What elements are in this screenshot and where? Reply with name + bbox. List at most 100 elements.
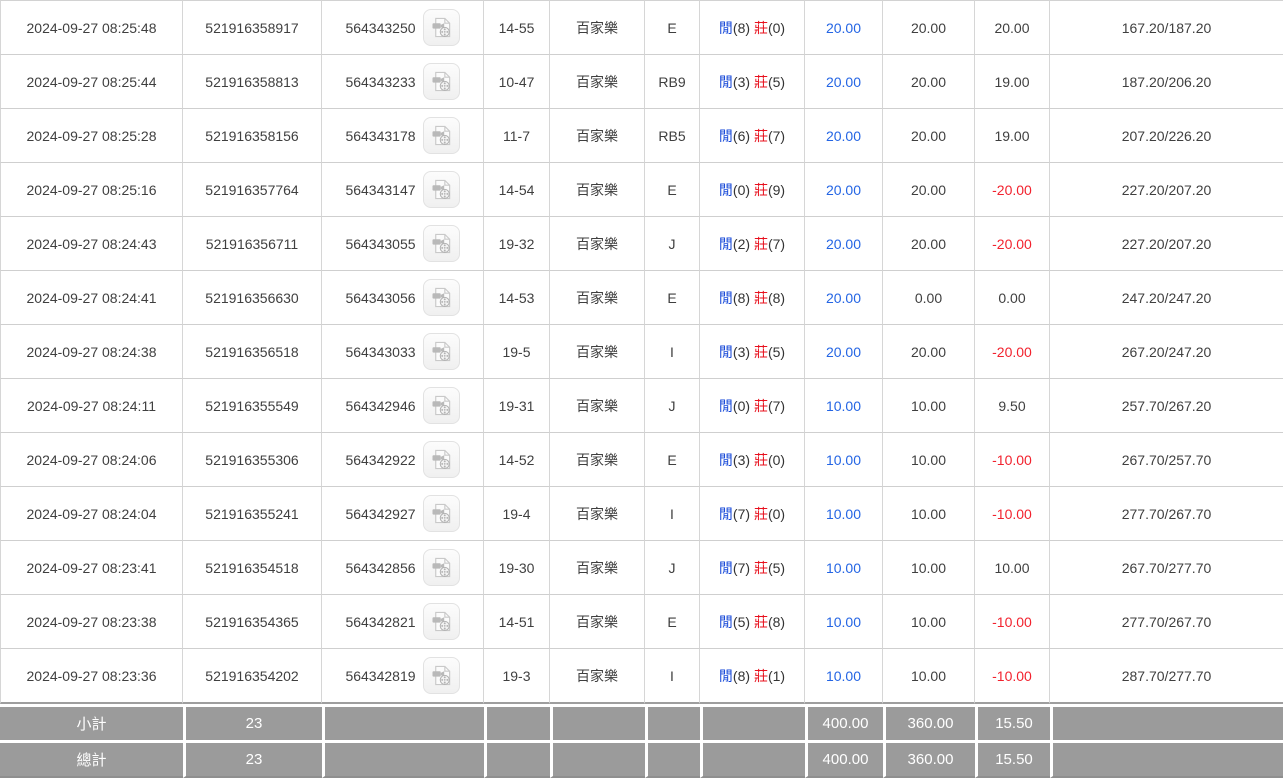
- bet-amount-link[interactable]: 10.00: [826, 398, 861, 414]
- cell-game-type: 百家樂: [550, 649, 645, 704]
- table-row: 2024-09-27 08:25:28 521916358156 564343178…: [0, 109, 1283, 163]
- banker-points: (9): [767, 181, 786, 198]
- cell-dealer-code: J: [645, 379, 700, 433]
- bet-history-grid: 2024-09-27 08:25:48 521916358917 564343250…: [0, 0, 1283, 778]
- cell-balance: 287.70/277.70: [1050, 649, 1283, 704]
- cell-result: 閒(7) 莊(5): [700, 541, 805, 595]
- video-replay-button[interactable]: [422, 63, 460, 100]
- cell-bet-amount: 20.00: [805, 217, 883, 271]
- bet-amount-link[interactable]: 10.00: [826, 506, 861, 522]
- cell-round: 564342922: [322, 433, 484, 487]
- cell-dealer-code: I: [645, 487, 700, 541]
- video-replay-button[interactable]: [422, 333, 460, 370]
- video-replay-button[interactable]: [422, 549, 460, 586]
- subtotal-row: 小計 23 400.00 360.00 15.50: [0, 704, 1283, 740]
- cell-result: 閒(5) 莊(8): [700, 595, 805, 649]
- round-id-group: 564342946: [345, 387, 460, 424]
- round-id: 564343147: [345, 181, 416, 198]
- cell-result: 閒(3) 莊(5): [700, 325, 805, 379]
- video-replay-button[interactable]: [422, 171, 460, 208]
- bet-amount-link[interactable]: 20.00: [826, 236, 861, 252]
- video-replay-button[interactable]: [422, 603, 460, 640]
- bet-amount-link[interactable]: 10.00: [826, 668, 861, 684]
- footer-cell-empty: [1050, 704, 1283, 740]
- cell-valid-bet: 10.00: [883, 487, 975, 541]
- banker-label: 莊: [753, 505, 768, 522]
- video-replay-button[interactable]: [422, 495, 460, 532]
- banker-points: (7): [767, 127, 786, 144]
- bet-amount-link[interactable]: 20.00: [826, 128, 861, 144]
- table-row: 2024-09-27 08:23:38 521916354365 564342821…: [0, 595, 1283, 649]
- round-id-group: 564343056: [345, 279, 460, 316]
- cell-round: 564342819: [322, 649, 484, 704]
- player-points: (3): [732, 343, 751, 360]
- bet-amount-link[interactable]: 20.00: [826, 74, 861, 90]
- bet-amount-link[interactable]: 20.00: [826, 290, 861, 306]
- footer-cell-empty: [550, 704, 645, 740]
- cell-dealer-code: I: [645, 649, 700, 704]
- cell-table-no: 19-32: [484, 217, 550, 271]
- banker-points: (7): [767, 235, 786, 252]
- video-replay-button[interactable]: [422, 117, 460, 154]
- cell-win-loss: 0.00: [975, 271, 1050, 325]
- cell-dealer-code: E: [645, 163, 700, 217]
- cell-win-loss: -20.00: [975, 217, 1050, 271]
- footer-cell-empty: [550, 740, 645, 778]
- cell-valid-bet: 20.00: [883, 109, 975, 163]
- banker-label: 莊: [753, 289, 768, 306]
- banker-label: 莊: [753, 73, 768, 90]
- bet-amount-link[interactable]: 20.00: [826, 182, 861, 198]
- banker-points: (0): [767, 505, 786, 522]
- cell-game-type: 百家樂: [550, 109, 645, 163]
- cell-result: 閒(8) 莊(1): [700, 649, 805, 704]
- video-file-icon: [432, 233, 450, 254]
- player-label: 閒: [718, 343, 733, 360]
- video-file-icon: [432, 503, 450, 524]
- cell-table-no: 19-4: [484, 487, 550, 541]
- video-replay-button[interactable]: [422, 279, 460, 316]
- bet-amount-link[interactable]: 10.00: [826, 614, 861, 630]
- banker-points: (5): [767, 343, 786, 360]
- cell-balance: 207.20/226.20: [1050, 109, 1283, 163]
- video-replay-button[interactable]: [422, 441, 460, 478]
- cell-round: 564343056: [322, 271, 484, 325]
- cell-game-type: 百家樂: [550, 433, 645, 487]
- video-file-icon: [432, 395, 450, 416]
- cell-bet-id: 521916355549: [183, 379, 322, 433]
- footer-cell-empty: [1050, 740, 1283, 778]
- cell-bet-amount: 20.00: [805, 109, 883, 163]
- round-id: 564342946: [345, 397, 416, 414]
- bet-amount-link[interactable]: 20.00: [826, 344, 861, 360]
- video-file-icon: [432, 71, 450, 92]
- video-replay-button[interactable]: [422, 225, 460, 262]
- footer-label: 小計: [0, 704, 183, 740]
- round-id-group: 564342927: [345, 495, 460, 532]
- footer-valid-bet-total: 360.00: [883, 704, 975, 740]
- bet-amount-link[interactable]: 20.00: [826, 20, 861, 36]
- cell-bet-id: 521916358917: [183, 0, 322, 55]
- cell-result: 閒(3) 莊(0): [700, 433, 805, 487]
- cell-result: 閒(0) 莊(9): [700, 163, 805, 217]
- cell-bet-id: 521916356518: [183, 325, 322, 379]
- video-replay-button[interactable]: [422, 657, 460, 694]
- cell-game-type: 百家樂: [550, 55, 645, 109]
- banker-label: 莊: [753, 127, 768, 144]
- player-points: (0): [732, 181, 751, 198]
- cell-table-no: 14-55: [484, 0, 550, 55]
- footer-win-loss-total: 15.50: [975, 704, 1050, 740]
- cell-win-loss: -10.00: [975, 649, 1050, 704]
- bet-amount-link[interactable]: 10.00: [826, 452, 861, 468]
- round-id: 564342856: [345, 559, 416, 576]
- cell-table-no: 19-30: [484, 541, 550, 595]
- footer-label: 總計: [0, 740, 183, 778]
- round-id-group: 564343033: [345, 333, 460, 370]
- video-replay-button[interactable]: [422, 9, 460, 46]
- cell-valid-bet: 20.00: [883, 55, 975, 109]
- cell-bet-amount: 10.00: [805, 541, 883, 595]
- bet-amount-link[interactable]: 10.00: [826, 560, 861, 576]
- cell-bet-id: 521916358813: [183, 55, 322, 109]
- cell-bet-amount: 20.00: [805, 0, 883, 55]
- video-replay-button[interactable]: [422, 387, 460, 424]
- table-row: 2024-09-27 08:24:38 521916356518 564343033…: [0, 325, 1283, 379]
- table-row: 2024-09-27 08:24:06 521916355306 564342922…: [0, 433, 1283, 487]
